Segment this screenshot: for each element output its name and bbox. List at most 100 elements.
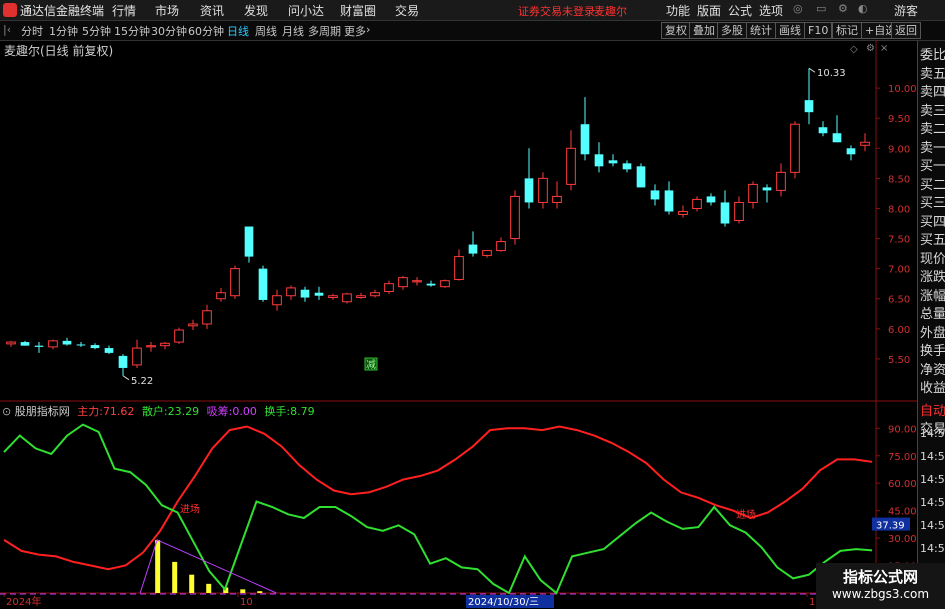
menu-banmian[interactable]: 版面 — [697, 2, 721, 19]
guest-login[interactable]: 游客 — [894, 2, 918, 19]
huaxian-button[interactable]: 画线 — [775, 22, 805, 39]
quote-field-label[interactable]: 买一 — [920, 155, 945, 174]
quote-field-label[interactable]: 净资 — [920, 359, 945, 378]
tongji-button[interactable]: 统计 — [746, 22, 776, 39]
right-quote-panel: 委比 卖五 卖四 卖三 卖二 卖一 买一 买二 买三 买四 买五 现价 涨跌 涨幅 总量 外盘 换手 净资 收益自动… — [917, 41, 945, 609]
candle-body-up — [370, 292, 380, 297]
period-5min[interactable]: 5分钟 — [82, 23, 111, 39]
menu-gongshi[interactable]: 公式 — [728, 2, 752, 19]
menu-wenxiaoda[interactable]: 问小达 — [288, 2, 324, 19]
quote-field-label[interactable]: 现价 — [920, 248, 945, 267]
candle-body-up — [356, 295, 366, 299]
quote-field-label[interactable]: 卖四 — [920, 81, 945, 100]
cursor-value-text: 37.39 — [876, 521, 905, 532]
quote-field-label[interactable]: 卖一 — [920, 137, 945, 156]
quote-field-label[interactable]: 委比 — [920, 44, 945, 63]
period-60min[interactable]: 60分钟 — [188, 23, 224, 39]
price-tick-label: 8.00 — [888, 204, 910, 215]
indicator-tick-label: 30.00 — [888, 534, 917, 545]
xichou-bar — [257, 591, 263, 593]
period-1min[interactable]: 1分钟 — [49, 23, 78, 39]
duogu-button[interactable]: 多股 — [717, 22, 747, 39]
close-icon[interactable]: × — [880, 43, 888, 54]
quote-field-label[interactable]: 换手 — [920, 340, 945, 359]
price-tick-label: 6.50 — [888, 295, 910, 306]
xichou-bar — [155, 539, 161, 593]
skin-icon[interactable]: ◐ — [858, 2, 868, 15]
xichou-bar — [240, 589, 246, 593]
indicator-tick-label: 60.00 — [888, 479, 917, 490]
fuquan-button[interactable]: 复权 — [661, 22, 691, 39]
candle-body-up — [398, 277, 408, 288]
menu-faxian[interactable]: 发现 — [244, 2, 268, 19]
huanshou-label: 换手: — [264, 405, 291, 418]
period-weekly[interactable]: 周线 — [255, 23, 277, 39]
quote-field-label[interactable]: 外盘 — [920, 322, 945, 341]
candle-body-up — [440, 280, 450, 288]
menu-xuanxiang[interactable]: 选项 — [759, 2, 783, 19]
price-tick-label: 5.50 — [888, 355, 910, 366]
settings-small-icon[interactable]: ⚙ — [866, 43, 875, 54]
period-30min[interactable]: 30分钟 — [151, 23, 187, 39]
message-icon[interactable]: ▭ — [816, 2, 826, 15]
candle-body-up — [384, 283, 394, 293]
chevron-right-icon[interactable]: › — [366, 23, 370, 36]
candle-body-up — [790, 123, 800, 173]
menu-caifuquan[interactable]: 财富圈 — [340, 2, 376, 19]
period-more[interactable]: 更多 — [344, 23, 366, 39]
date-tick-label: 10 — [240, 597, 253, 608]
candle-body-up — [202, 310, 212, 325]
quote-field-label[interactable]: 卖二 — [920, 118, 945, 137]
menu-shichang[interactable]: 市场 — [155, 2, 179, 19]
candle-body-up — [678, 210, 688, 215]
quote-field-label[interactable]: 收益 — [920, 377, 945, 396]
candle-body-down — [524, 178, 534, 203]
zhuli-line — [3, 425, 873, 571]
quote-field-label[interactable]: 买三 — [920, 192, 945, 211]
menu-gongneng[interactable]: 功能 — [666, 2, 690, 19]
candle-body-up — [216, 292, 226, 300]
f10-button[interactable]: F10 — [804, 22, 833, 39]
quote-field-label[interactable]: 涨幅 — [920, 285, 945, 304]
headset-icon[interactable]: ◎ — [793, 2, 803, 15]
quote-field-label[interactable]: 买四 — [920, 211, 945, 230]
watermark-url: www.zbgs3.com — [831, 587, 930, 601]
diamond-icon[interactable]: ◇ — [850, 44, 858, 55]
quote-field-label[interactable]: 买五 — [920, 229, 945, 248]
quote-field-label[interactable]: 涨跌 — [920, 266, 945, 285]
quote-field-label[interactable]: 买二 — [920, 174, 945, 193]
quote-field-label[interactable]: 卖三 — [920, 100, 945, 119]
indicator-name[interactable]: 股朋指标网 — [15, 405, 70, 418]
candle-body-up — [454, 256, 464, 280]
quote-field-label[interactable]: 总量 — [920, 303, 945, 322]
xichou-bar — [189, 574, 195, 593]
quote-field-label[interactable]: 卖五 — [920, 63, 945, 82]
period-15min[interactable]: 15分钟 — [114, 23, 150, 39]
login-status[interactable]: 证券交易未登录 — [518, 3, 595, 19]
watermark-title: 指标公式网 — [842, 568, 918, 586]
auto-label[interactable]: 自动 — [920, 400, 945, 419]
high-marker-line — [808, 67, 816, 73]
period-daily[interactable]: 日线 — [227, 23, 249, 39]
chevron-down-icon[interactable]: ⊙ — [2, 405, 11, 418]
menu-zixun[interactable]: 资讯 — [200, 2, 224, 19]
period-fenshi[interactable]: 分时 — [21, 23, 43, 39]
menu-jiaoyi[interactable]: 交易 — [395, 2, 419, 19]
biaoji-button[interactable]: 标记 — [832, 22, 862, 39]
candle-body-down — [832, 133, 842, 143]
back-button[interactable]: 返回 — [891, 22, 921, 39]
date-tick-label: 1 — [809, 597, 815, 608]
candle-body-down — [244, 226, 254, 257]
candle-body-up — [412, 280, 422, 283]
stock-name-label: 麦趣尔 — [594, 5, 627, 18]
candle-body-up — [734, 201, 744, 221]
settings-icon[interactable]: ⚙ — [838, 2, 848, 15]
diejia-button[interactable]: 叠加 — [689, 22, 719, 39]
period-multi[interactable]: 多周期 — [308, 23, 341, 39]
period-monthly[interactable]: 月线 — [282, 23, 304, 39]
sidebar-toggle-icon[interactable]: |‹ — [3, 23, 11, 36]
menu-hangqing[interactable]: 行情 — [112, 2, 136, 19]
candle-body-up — [510, 195, 520, 240]
main-chart-title: 麦趣尔(日线 前复权) — [4, 44, 114, 58]
chart-canvas[interactable]: 10.009.509.008.508.007.507.006.506.005.5… — [0, 40, 917, 609]
